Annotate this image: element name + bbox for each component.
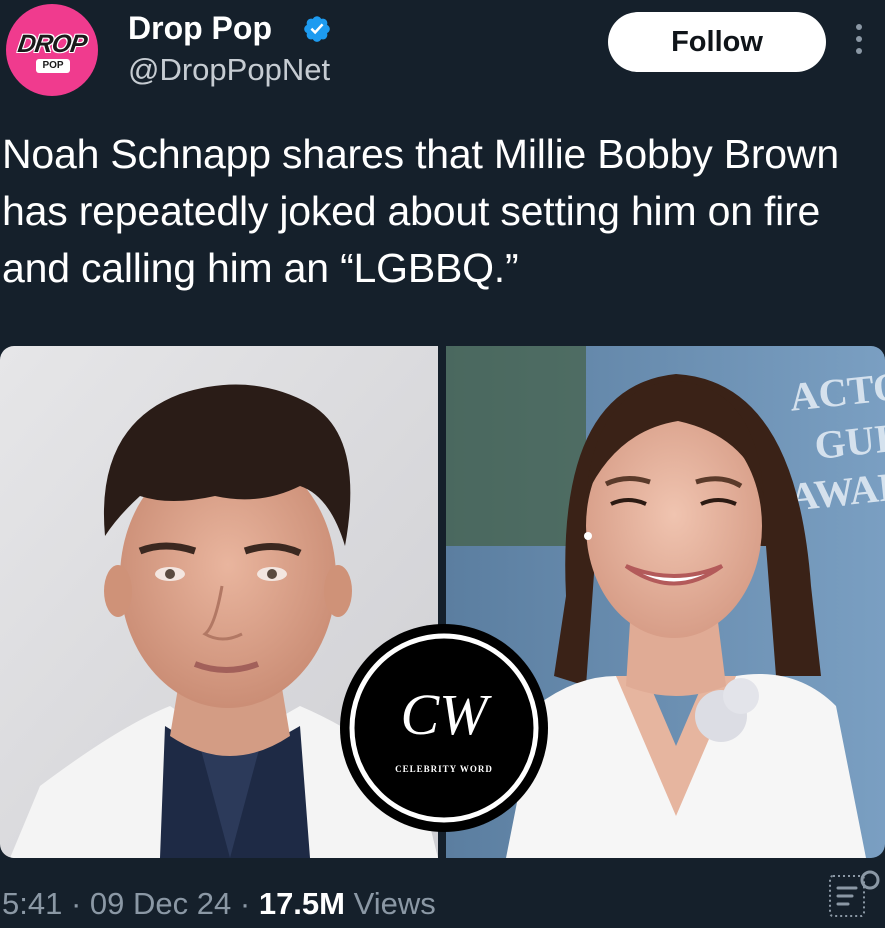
more-vertical-icon[interactable]: [848, 20, 870, 66]
watermark-logo: CW CELEBRITY WORD: [340, 624, 548, 832]
watermark-monogram: CW: [401, 682, 493, 747]
tweet-time[interactable]: 5:41: [2, 886, 62, 921]
views-count: 17.5M: [258, 886, 345, 921]
tweet-date[interactable]: 09 Dec 24: [90, 886, 231, 921]
display-name[interactable]: Drop Pop: [128, 10, 272, 47]
account-handle[interactable]: @DropPopNet: [128, 52, 330, 88]
views-label: Views: [353, 886, 436, 921]
avatar[interactable]: DROP POP: [6, 4, 98, 96]
watermark-caption: CELEBRITY WORD: [395, 764, 493, 774]
avatar-logo-subtext: POP: [36, 59, 70, 73]
avatar-logo-text: DROP: [15, 30, 89, 58]
verified-badge-icon: [304, 16, 330, 42]
tweet-text: Noah Schnapp shares that Millie Bobby Br…: [2, 131, 839, 291]
analytics-icon[interactable]: [826, 866, 882, 922]
follow-button[interactable]: Follow: [608, 12, 826, 72]
meta-separator: ·: [70, 886, 82, 921]
tweet-meta: 5:41 · 09 Dec 24 · 17.5M Views: [2, 886, 436, 922]
tweet-header: DROP POP Drop Pop @DropPopNet Follow: [0, 0, 885, 110]
meta-separator: ·: [239, 886, 251, 921]
